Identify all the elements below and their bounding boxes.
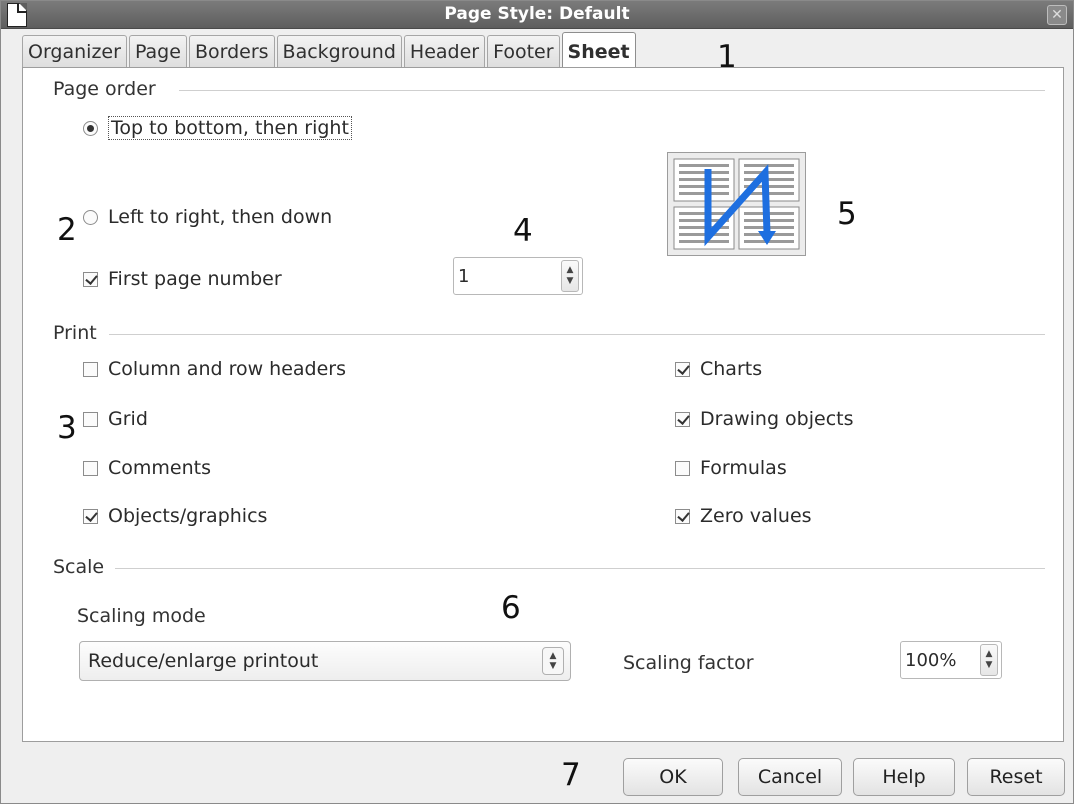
- checkbox-formulas[interactable]: Formulas: [675, 457, 787, 479]
- column-row-headers-label: Column and row headers: [108, 358, 347, 380]
- ok-button[interactable]: OK: [623, 758, 723, 796]
- page-style-dialog: Page Style: Default ✕ Organizer Page Bor…: [0, 0, 1074, 804]
- first-page-number-checkbox[interactable]: First page number: [83, 268, 282, 290]
- checkbox-column-row-headers[interactable]: Column and row headers: [83, 358, 346, 380]
- callout-3: 3: [57, 410, 77, 446]
- page-order-label: Page order: [53, 78, 156, 100]
- scaling-mode-value: Reduce/enlarge printout: [88, 650, 319, 672]
- radio-left-to-right-label: Left to right, then down: [108, 206, 333, 228]
- radio-top-to-bottom[interactable]: Top to bottom, then right: [83, 116, 352, 140]
- spin-arrows-icon[interactable]: ▲ ▼: [561, 260, 579, 292]
- first-page-number-spinner[interactable]: 1 ▲ ▼: [453, 257, 583, 295]
- callout-7: 7: [561, 757, 581, 793]
- zero-values-label: Zero values: [700, 505, 812, 527]
- scaling-factor-value[interactable]: 100%: [901, 650, 980, 671]
- drawing-objects-check[interactable]: [675, 411, 690, 427]
- column-row-headers-check[interactable]: [83, 361, 98, 377]
- page-order-divider: [179, 90, 1045, 91]
- formulas-label: Formulas: [700, 457, 787, 479]
- objects-graphics-check[interactable]: [83, 508, 98, 524]
- charts-label: Charts: [700, 358, 763, 380]
- checkbox-comments[interactable]: Comments: [83, 457, 211, 479]
- radio-left-to-right-control[interactable]: [83, 209, 98, 225]
- scaling-factor-spinner[interactable]: 100% ▲ ▼: [900, 641, 1002, 679]
- callout-6: 6: [501, 590, 521, 626]
- tab-footer[interactable]: Footer: [487, 35, 560, 67]
- scaling-mode-select[interactable]: Reduce/enlarge printout ▲ ▼: [79, 641, 571, 681]
- callout-5: 5: [837, 196, 857, 232]
- scale-divider: [115, 568, 1045, 569]
- comments-label: Comments: [108, 457, 211, 479]
- close-icon[interactable]: ✕: [1047, 5, 1067, 25]
- cancel-button[interactable]: Cancel: [738, 758, 842, 796]
- tab-page[interactable]: Page: [128, 35, 187, 67]
- drawing-objects-label: Drawing objects: [700, 408, 854, 430]
- title-bar[interactable]: Page Style: Default ✕: [1, 1, 1073, 29]
- scaling-factor-label: Scaling factor: [623, 652, 754, 674]
- radio-top-to-bottom-label: Top to bottom, then right: [108, 116, 352, 140]
- callout-4: 4: [513, 213, 533, 249]
- checkbox-zero-values[interactable]: Zero values: [675, 505, 812, 527]
- chevron-up-down-icon[interactable]: ▲ ▼: [542, 647, 564, 675]
- grid-label: Grid: [108, 408, 148, 430]
- tab-borders[interactable]: Borders: [188, 35, 275, 67]
- comments-check[interactable]: [83, 460, 98, 476]
- tab-bar: Organizer Page Borders Background Header…: [22, 32, 638, 67]
- formulas-check[interactable]: [675, 460, 690, 476]
- tab-organizer[interactable]: Organizer: [22, 35, 127, 67]
- dialog-title: Page Style: Default: [444, 4, 630, 24]
- scaling-mode-label: Scaling mode: [77, 605, 206, 627]
- print-label: Print: [53, 322, 97, 344]
- callout-2: 2: [57, 212, 77, 248]
- first-page-number-value[interactable]: 1: [454, 266, 561, 287]
- grid-check[interactable]: [83, 411, 98, 427]
- checkbox-charts[interactable]: Charts: [675, 358, 762, 380]
- checkbox-objects-graphics[interactable]: Objects/graphics: [83, 505, 267, 527]
- tab-background[interactable]: Background: [276, 35, 402, 67]
- first-page-number-check[interactable]: [83, 271, 98, 287]
- page-order-preview-graphic: [673, 158, 800, 250]
- help-button[interactable]: Help: [853, 758, 955, 796]
- callout-1: 1: [717, 39, 737, 75]
- spin-arrows-icon[interactable]: ▲ ▼: [980, 644, 998, 676]
- radio-top-to-bottom-control[interactable]: [83, 120, 98, 136]
- tab-header[interactable]: Header: [403, 35, 486, 67]
- charts-check[interactable]: [675, 361, 690, 377]
- scale-label: Scale: [53, 556, 105, 578]
- reset-button[interactable]: Reset: [967, 758, 1065, 796]
- page-order-preview-icon: [667, 152, 806, 256]
- print-divider: [109, 334, 1045, 335]
- checkbox-drawing-objects[interactable]: Drawing objects: [675, 408, 854, 430]
- zero-values-check[interactable]: [675, 508, 690, 524]
- first-page-number-label: First page number: [108, 268, 282, 290]
- objects-graphics-label: Objects/graphics: [108, 505, 268, 527]
- sheet-tab-panel: Page order Top to bottom, then right 2 L…: [22, 67, 1064, 742]
- tab-sheet[interactable]: Sheet: [561, 32, 636, 67]
- checkbox-grid[interactable]: Grid: [83, 408, 148, 430]
- radio-left-to-right[interactable]: Left to right, then down: [83, 206, 332, 228]
